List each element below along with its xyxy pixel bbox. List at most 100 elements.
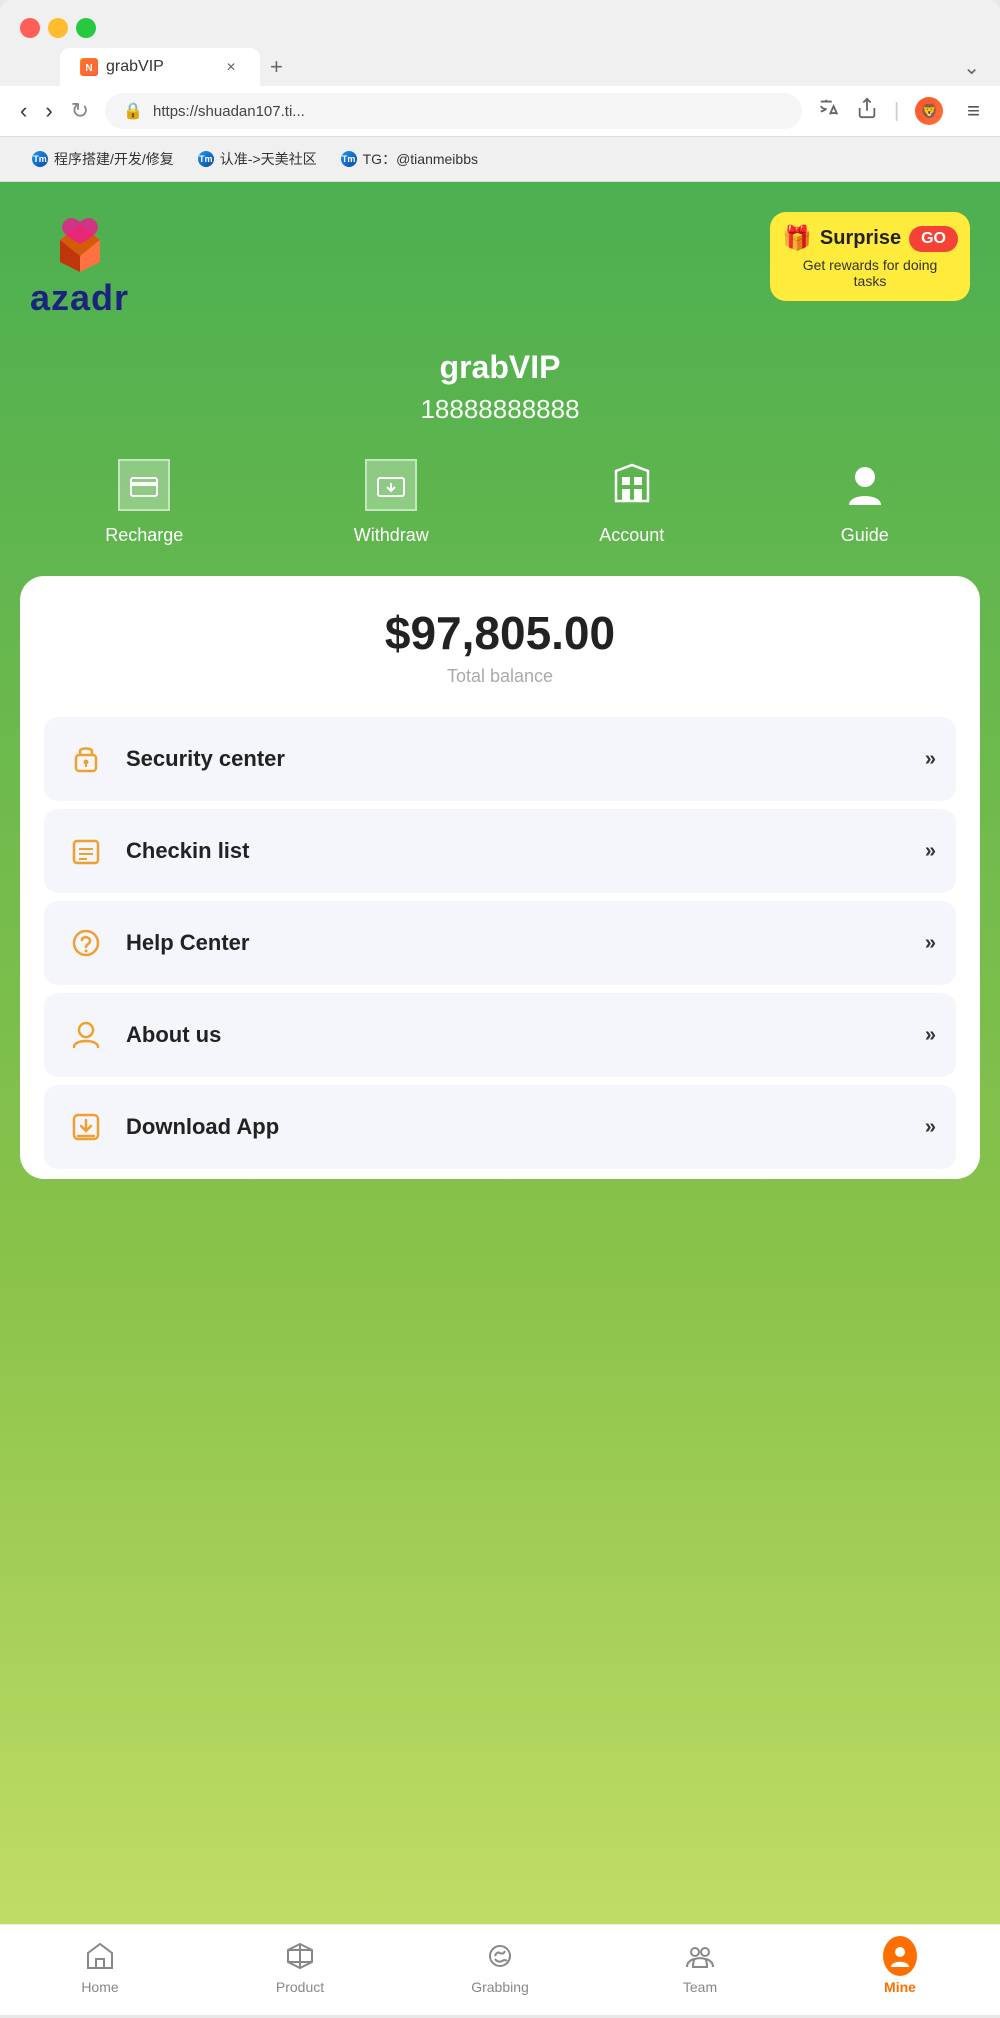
bottom-nav: Home Product Grabbing xyxy=(0,1924,1000,2015)
download-app-label: Download App xyxy=(126,1114,907,1140)
bookmark-label-1: 程序搭建/开发/修复 xyxy=(54,149,174,169)
url-shield-icon: 🔒 xyxy=(123,101,143,121)
main-card: $97,805.00 Total balance Security center xyxy=(20,576,980,1179)
gift-icon: 🎁 xyxy=(782,224,812,253)
recharge-icon xyxy=(114,455,174,515)
maximize-button[interactable] xyxy=(76,18,96,38)
menu-list: Security center » Checkin list » xyxy=(44,717,956,1169)
security-center-label: Security center xyxy=(126,746,907,772)
help-center-icon xyxy=(64,921,108,965)
app-content: azadr 🎁 Surprise GO Get rewards for doin… xyxy=(0,182,1000,2015)
surprise-banner[interactable]: 🎁 Surprise GO Get rewards for doing task… xyxy=(770,212,970,301)
team-icon xyxy=(683,1939,717,1973)
tab-close-button[interactable]: ✕ xyxy=(222,58,240,76)
svg-text:N: N xyxy=(85,63,92,74)
forward-button[interactable]: › xyxy=(45,98,52,124)
download-app-arrow: » xyxy=(925,1116,936,1139)
account-label: Account xyxy=(599,525,664,546)
recharge-label: Recharge xyxy=(105,525,183,546)
back-button[interactable]: ‹ xyxy=(20,98,27,124)
url-bar[interactable]: 🔒 https://shuadan107.ti... xyxy=(105,93,802,129)
download-app-icon xyxy=(64,1105,108,1149)
logo-area: azadr xyxy=(30,212,129,319)
about-us-icon xyxy=(64,1013,108,1057)
nav-product[interactable]: Product xyxy=(200,1939,400,1995)
brave-icon: 🦁 xyxy=(915,97,943,125)
security-center-arrow: » xyxy=(925,748,936,771)
grabbing-icon xyxy=(483,1939,517,1973)
account-action[interactable]: Account xyxy=(599,455,664,546)
bookmark-item-3[interactable]: Tm TG：@tianmeibbs xyxy=(329,145,490,173)
withdraw-action[interactable]: Withdraw xyxy=(354,455,429,546)
home-icon xyxy=(83,1939,117,1973)
mine-avatar xyxy=(883,1936,917,1976)
share-button[interactable] xyxy=(856,97,878,125)
bookmark-favicon-2: Tm xyxy=(198,151,214,167)
nav-product-label: Product xyxy=(276,1979,324,1995)
bookmark-label-3: TG：@tianmeibbs xyxy=(363,149,478,169)
new-tab-button[interactable]: + xyxy=(260,54,293,80)
tab-favicon: N xyxy=(80,58,98,76)
checkin-list-item[interactable]: Checkin list » xyxy=(44,809,956,893)
bookmark-item-1[interactable]: Tm 程序搭建/开发/修复 xyxy=(20,145,186,173)
help-center-label: Help Center xyxy=(126,930,907,956)
balance-amount: $97,805.00 xyxy=(44,606,956,660)
tab-title: grabVIP xyxy=(106,58,164,76)
address-bar: ‹ › ↻ 🔒 https://shuadan107.ti... | 🦁 ≡ xyxy=(0,86,1000,137)
tab-menu-icon[interactable]: ⌄ xyxy=(963,55,980,80)
checkin-list-arrow: » xyxy=(925,840,936,863)
guide-icon xyxy=(835,455,895,515)
nav-team[interactable]: Team xyxy=(600,1939,800,1995)
quick-actions: Recharge Withdraw xyxy=(0,425,1000,566)
nav-home-label: Home xyxy=(81,1979,118,1995)
balance-label: Total balance xyxy=(44,666,956,687)
balance-section: $97,805.00 Total balance xyxy=(44,606,956,687)
security-center-icon xyxy=(64,737,108,781)
username: grabVIP xyxy=(0,349,1000,386)
recharge-action[interactable]: Recharge xyxy=(105,455,183,546)
help-center-arrow: » xyxy=(925,932,936,955)
minimize-button[interactable] xyxy=(48,18,68,38)
nav-team-label: Team xyxy=(683,1979,717,1995)
download-app-item[interactable]: Download App » xyxy=(44,1085,956,1169)
bookmark-item-2[interactable]: Tm 认准->天美社区 xyxy=(186,145,329,173)
close-button[interactable] xyxy=(20,18,40,38)
surprise-title: Surprise xyxy=(820,227,901,250)
nav-mine-label: Mine xyxy=(884,1979,916,1995)
about-us-label: About us xyxy=(126,1022,907,1048)
surprise-subtitle: Get rewards for doing tasks xyxy=(788,257,952,289)
nav-grabbing[interactable]: Grabbing xyxy=(400,1939,600,1995)
browser-menu-button[interactable]: ≡ xyxy=(967,98,980,124)
checkin-list-icon xyxy=(64,829,108,873)
phone-number: 18888888888 xyxy=(0,394,1000,425)
bookmarks-bar: Tm 程序搭建/开发/修复 Tm 认准->天美社区 Tm TG：@tianmei… xyxy=(0,137,1000,182)
withdraw-icon xyxy=(361,455,421,515)
checkin-list-label: Checkin list xyxy=(126,838,907,864)
reload-button[interactable]: ↻ xyxy=(71,98,89,124)
traffic-lights xyxy=(20,18,96,38)
user-section: grabVIP 18888888888 xyxy=(0,349,1000,425)
bookmark-favicon-3: Tm xyxy=(341,151,357,167)
guide-label: Guide xyxy=(841,525,889,546)
account-icon xyxy=(602,455,662,515)
separator: | xyxy=(894,100,899,123)
nav-mine[interactable]: Mine xyxy=(800,1939,1000,1995)
tab-bar: N grabVIP ✕ + ⌄ xyxy=(0,48,1000,86)
bookmark-label-2: 认准->天美社区 xyxy=(220,149,317,169)
withdraw-label: Withdraw xyxy=(354,525,429,546)
about-us-arrow: » xyxy=(925,1024,936,1047)
nav-home[interactable]: Home xyxy=(0,1939,200,1995)
security-center-item[interactable]: Security center » xyxy=(44,717,956,801)
app-logo-icon xyxy=(40,212,120,277)
app-header: azadr 🎁 Surprise GO Get rewards for doin… xyxy=(0,182,1000,339)
help-center-item[interactable]: Help Center » xyxy=(44,901,956,985)
translate-button[interactable] xyxy=(818,97,840,125)
app-logo-text: azadr xyxy=(30,277,129,319)
active-tab[interactable]: N grabVIP ✕ xyxy=(60,48,260,86)
surprise-go-button[interactable]: GO xyxy=(909,226,958,252)
about-us-item[interactable]: About us » xyxy=(44,993,956,1077)
guide-action[interactable]: Guide xyxy=(835,455,895,546)
product-icon xyxy=(283,1939,317,1973)
bookmark-favicon-1: Tm xyxy=(32,151,48,167)
mine-icon xyxy=(883,1939,917,1973)
